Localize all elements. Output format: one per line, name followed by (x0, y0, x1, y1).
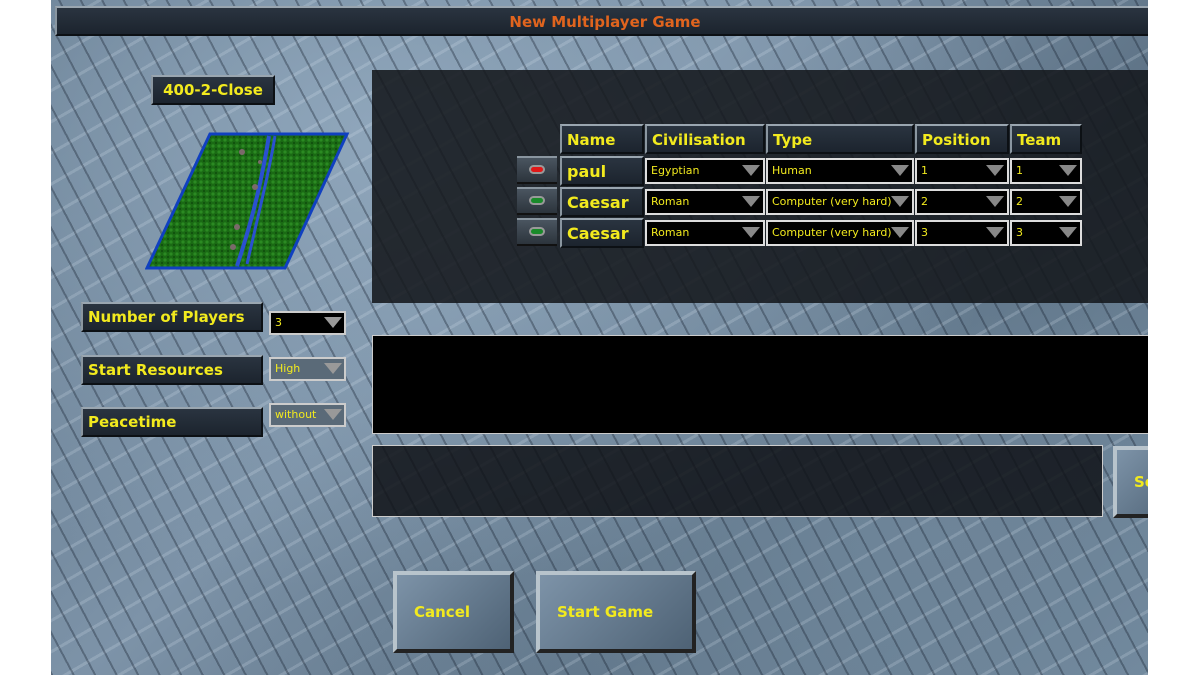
chevron-down-icon (1059, 165, 1077, 176)
dropdown-value: Roman (651, 195, 690, 208)
position-dropdown[interactable]: 2 (915, 189, 1009, 215)
chevron-down-icon (986, 196, 1004, 207)
select-value: High (275, 362, 301, 375)
team-dropdown[interactable]: 2 (1010, 189, 1082, 215)
header-civilisation: Civilisation (645, 124, 765, 154)
chevron-down-icon (742, 196, 760, 207)
dropdown-value: Egyptian (651, 164, 700, 177)
civilisation-dropdown[interactable]: Egyptian (645, 158, 765, 184)
chevron-down-icon (891, 196, 909, 207)
chevron-down-icon (742, 165, 760, 176)
header-position: Position (915, 124, 1009, 154)
chevron-down-icon (891, 165, 909, 176)
civilisation-dropdown[interactable]: Roman (645, 220, 765, 246)
chevron-down-icon (986, 227, 1004, 238)
dropdown-value: Computer (very hard) (772, 226, 892, 239)
chevron-down-icon (1059, 227, 1077, 238)
dropdown-value: 3 (921, 226, 928, 239)
ready-status-button[interactable] (517, 156, 557, 184)
team-dropdown[interactable]: 3 (1010, 220, 1082, 246)
status-led-icon (529, 196, 545, 205)
chevron-down-icon (324, 409, 342, 420)
chevron-down-icon (1059, 196, 1077, 207)
map-name: 400-2-Close (151, 75, 275, 105)
team-dropdown[interactable]: 1 (1010, 158, 1082, 184)
player-name: Caesar (560, 187, 644, 217)
game-screen: New Multiplayer Game 400-2-Close Number … (51, 0, 1148, 675)
position-dropdown[interactable]: 1 (915, 158, 1009, 184)
dropdown-value: 1 (921, 164, 928, 177)
header-team: Team (1010, 124, 1082, 154)
dropdown-value: Roman (651, 226, 690, 239)
chevron-down-icon (986, 165, 1004, 176)
send-button[interactable]: Send (1113, 446, 1148, 518)
dropdown-value: 3 (1016, 226, 1023, 239)
start-game-button[interactable]: Start Game (536, 571, 696, 653)
chevron-down-icon (742, 227, 760, 238)
select-value: without (275, 408, 317, 421)
type-dropdown[interactable]: Human (766, 158, 914, 184)
chevron-down-icon (891, 227, 909, 238)
dropdown-value: 1 (1016, 164, 1023, 177)
dropdown-value: 2 (1016, 195, 1023, 208)
status-led-icon (529, 227, 545, 236)
status-led-icon (529, 165, 545, 174)
dropdown-value: 2 (921, 195, 928, 208)
civilisation-dropdown[interactable]: Roman (645, 189, 765, 215)
start-resources-label: Start Resources (81, 355, 263, 385)
select-value: 3 (275, 316, 282, 329)
type-dropdown[interactable]: Computer (very hard) (766, 220, 914, 246)
peacetime-label: Peacetime (81, 407, 263, 437)
peacetime-select[interactable]: without (269, 403, 346, 427)
type-dropdown[interactable]: Computer (very hard) (766, 189, 914, 215)
number-of-players-select[interactable]: 3 (269, 311, 346, 335)
position-dropdown[interactable]: 3 (915, 220, 1009, 246)
ready-status-button[interactable] (517, 187, 557, 215)
ready-status-button[interactable] (517, 218, 557, 246)
number-of-players-label: Number of Players (81, 302, 263, 332)
chevron-down-icon (324, 363, 342, 374)
chat-log (372, 335, 1148, 434)
chevron-down-icon (324, 317, 342, 328)
players-panel: Name Civilisation Type Position Team pau… (372, 70, 1148, 303)
chat-input[interactable] (372, 445, 1103, 517)
header-name: Name (560, 124, 644, 154)
dropdown-value: Human (772, 164, 812, 177)
start-resources-select[interactable]: High (269, 357, 346, 381)
header-type: Type (766, 124, 914, 154)
window-title: New Multiplayer Game (55, 6, 1148, 36)
player-name: paul (560, 156, 644, 186)
cancel-button[interactable]: Cancel (393, 571, 514, 653)
player-name: Caesar (560, 218, 644, 248)
dropdown-value: Computer (very hard) (772, 195, 892, 208)
minimap[interactable] (145, 132, 350, 270)
